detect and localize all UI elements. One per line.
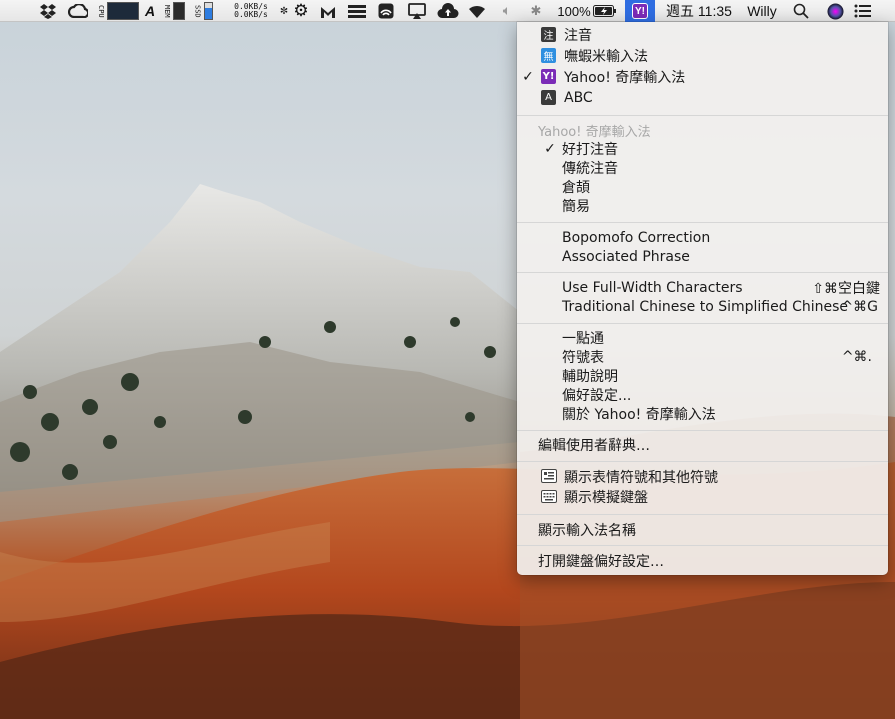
search-icon[interactable]: [790, 0, 812, 22]
net-down: 0.0KB/s: [234, 10, 268, 19]
menu-item-mode[interactable]: ✓ 好打注音: [517, 139, 888, 158]
upload-cloud-icon[interactable]: [436, 0, 460, 22]
network-icon[interactable]: 0.0KB/s 0.0KB/s: [228, 0, 274, 22]
menu-item-associated-phrase[interactable]: Associated Phrase: [517, 247, 888, 266]
section-header: Yahoo! 奇摩輸入法: [517, 121, 888, 140]
menu-item-label: 關於 Yahoo! 奇摩輸入法: [562, 406, 716, 423]
zhuyin-icon: 注: [541, 27, 556, 42]
menu-item-zhuyin[interactable]: 注 注音: [517, 25, 888, 44]
menu-item-mode[interactable]: 傳統注音: [517, 158, 888, 177]
battery-percent: 100%: [557, 3, 591, 19]
menu-item-mode[interactable]: 簡易: [517, 196, 888, 215]
checkmark-icon: ✓: [522, 68, 534, 85]
menu-item-label: 編輯使用者辭典…: [538, 437, 650, 454]
menu-item-trad-to-simp[interactable]: Traditional Chinese to Simplified Chines…: [517, 297, 888, 316]
menu-item-tool[interactable]: 關於 Yahoo! 奇摩輸入法: [517, 404, 888, 423]
menu-item-tool[interactable]: 偏好設定...: [517, 385, 888, 404]
yahoo-badge: Y!: [632, 3, 648, 19]
yahoo-input-icon[interactable]: Y!: [625, 0, 655, 22]
menu-item-label: 打開鍵盤偏好設定…: [538, 553, 664, 570]
menu-item-label: 一點通: [562, 330, 604, 347]
dropbox-icon[interactable]: [38, 0, 58, 22]
menu-bar: CPU A MEM SSD 0.0KB/s 0.0KB/s ✼ ⚙ 🔈︎ ✱ 1…: [0, 0, 895, 22]
menu-item-label: ABC: [564, 89, 593, 106]
menu-item-bopomofo-correction[interactable]: Bopomofo Correction: [517, 228, 888, 247]
fan-icon[interactable]: ⚙: [290, 0, 312, 22]
menu-item-label: 顯示輸入法名稱: [538, 522, 636, 539]
cpu-graph-icon[interactable]: CPU: [96, 0, 140, 22]
checkmark-icon: ✓: [544, 140, 556, 157]
menu-item-shortcut: ⇧⌘空白鍵: [812, 280, 880, 297]
menu-item-label: Bopomofo Correction: [562, 229, 711, 246]
font-icon[interactable]: A: [143, 0, 157, 22]
menu-separator: [517, 272, 888, 273]
menu-item-edit-dictionary[interactable]: 編輯使用者辭典…: [517, 435, 888, 454]
menu-item-emoji-viewer[interactable]: 顯示表情符號和其他符號: [517, 467, 888, 486]
menu-item-label: Use Full-Width Characters: [562, 279, 743, 296]
creative-cloud-icon[interactable]: [67, 0, 89, 22]
volume-icon[interactable]: 🔈︎: [496, 0, 518, 22]
menu-item-mode[interactable]: 倉頡: [517, 177, 888, 196]
menu-item-show-name[interactable]: 顯示輸入法名稱: [517, 520, 888, 539]
menu-separator: [517, 545, 888, 546]
user-name[interactable]: Willy: [744, 0, 780, 22]
abc-icon: A: [541, 90, 556, 105]
airplay-icon[interactable]: [406, 0, 428, 22]
menu-item-boshiamy[interactable]: 無 嘸蝦米輸入法: [517, 46, 888, 65]
menu-separator: [517, 115, 888, 116]
siri-icon[interactable]: [824, 0, 846, 22]
menu-item-label: 嘸蝦米輸入法: [564, 48, 648, 65]
menu-item-full-width[interactable]: Use Full-Width Characters ⇧⌘空白鍵: [517, 278, 888, 297]
menu-item-shortcut: ^⌘G: [841, 298, 878, 315]
menu-separator: [517, 323, 888, 324]
battery-icon[interactable]: [592, 0, 618, 22]
menu-item-yahoo-input[interactable]: ✓ Y! Yahoo! 奇摩輸入法: [517, 67, 888, 86]
menu-item-label: Traditional Chinese to Simplified Chines…: [562, 298, 849, 315]
menu-item-tool[interactable]: 輔助說明: [517, 366, 888, 385]
input-method-menu: 注 注音 無 嘸蝦米輸入法 ✓ Y! Yahoo! 奇摩輸入法 A ABC Ya…: [517, 22, 888, 575]
menu-item-label: 倉頡: [562, 179, 590, 196]
cpu-label: CPU: [97, 4, 105, 18]
emoji-viewer-icon: [541, 469, 557, 487]
stack-icon[interactable]: [346, 0, 368, 22]
section-header-label: Yahoo! 奇摩輸入法: [538, 125, 651, 140]
menu-item-label: Yahoo! 奇摩輸入法: [564, 69, 686, 86]
bluetooth-icon[interactable]: ✱: [528, 0, 544, 22]
menu-separator: [517, 461, 888, 462]
mem-label: MEM: [163, 4, 171, 18]
menu-separator: [517, 514, 888, 515]
ssd-label: SSD: [193, 4, 202, 18]
malwarebytes-icon[interactable]: [318, 0, 338, 22]
menu-item-label: 顯示表情符號和其他符號: [564, 469, 718, 486]
menu-item-shortcut: ^⌘.: [841, 348, 872, 365]
menu-item-tool[interactable]: 一點通: [517, 328, 888, 347]
airport-icon[interactable]: [376, 0, 396, 22]
menu-item-label: 符號表: [562, 349, 604, 366]
menu-item-label: 簡易: [562, 198, 590, 215]
menu-item-label: Associated Phrase: [562, 248, 690, 265]
menu-item-label: 傳統注音: [562, 160, 618, 177]
menu-item-label: 輔助說明: [562, 368, 618, 385]
menu-item-open-keyboard-prefs[interactable]: 打開鍵盤偏好設定…: [517, 551, 888, 570]
menu-item-tool[interactable]: 符號表 ^⌘.: [517, 347, 888, 366]
menu-item-label: 好打注音: [562, 141, 618, 158]
menu-item-label: 注音: [564, 27, 592, 44]
notification-list-icon[interactable]: [852, 0, 874, 22]
boshiamy-icon: 無: [541, 48, 556, 63]
ssd-graph-icon[interactable]: SSD: [190, 0, 216, 22]
keyboard-viewer-icon: [541, 490, 557, 507]
menu-separator: [517, 222, 888, 223]
menu-separator: [517, 430, 888, 431]
clock[interactable]: 週五 11:35: [662, 0, 736, 22]
menu-item-label: 顯示模擬鍵盤: [564, 489, 648, 506]
menu-item-keyboard-viewer[interactable]: 顯示模擬鍵盤: [517, 487, 888, 506]
menu-item-label: 偏好設定...: [562, 387, 632, 404]
mem-graph-icon[interactable]: MEM: [160, 0, 188, 22]
yahoo-icon: Y!: [541, 69, 556, 84]
menu-item-abc[interactable]: A ABC: [517, 88, 888, 107]
wifi-icon[interactable]: [466, 0, 488, 22]
